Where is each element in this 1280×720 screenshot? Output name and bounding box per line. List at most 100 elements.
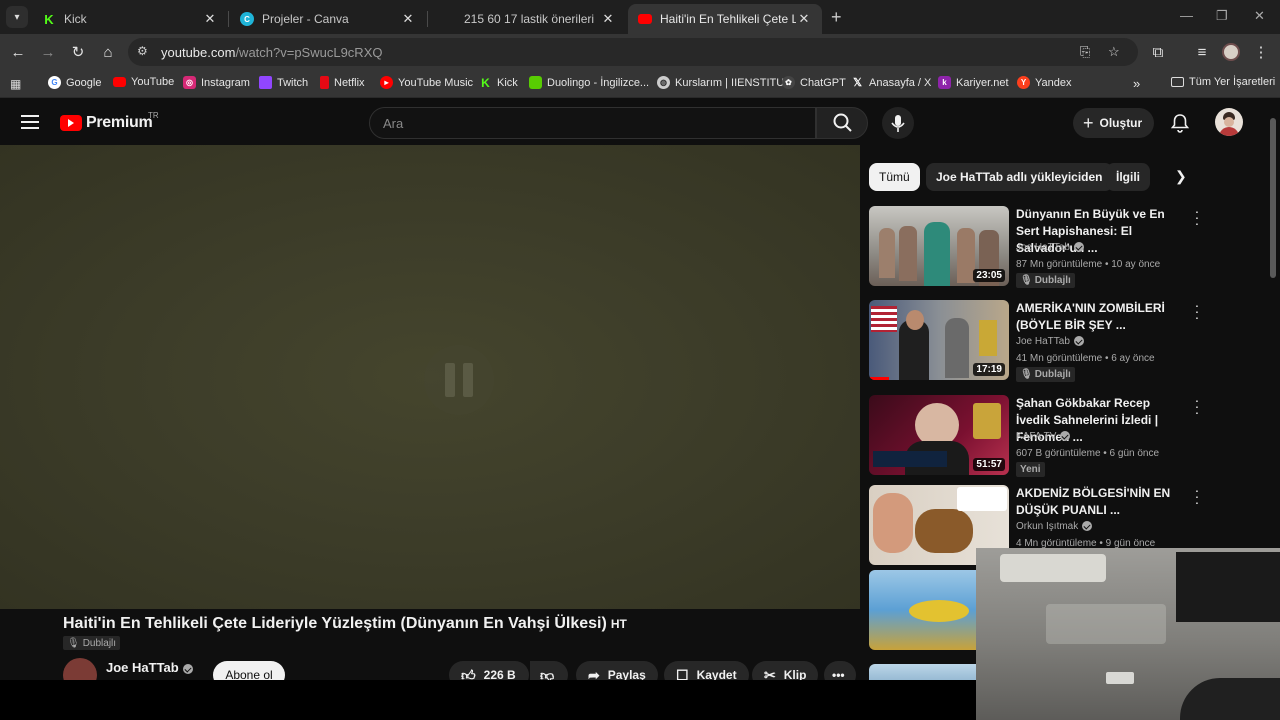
all-bookmarks-folder[interactable]: Tüm Yer İşaretleri [1171,76,1275,88]
bookmark-google[interactable]: G Google [48,76,101,89]
recommendation-item[interactable]: 23:05 Dünyanın En Büyük ve En Sert Hapis… [869,204,1209,288]
youtube-music-icon: ▸ [380,76,393,89]
twitch-icon [259,76,272,89]
recommendation-item[interactable]: 51:57 Şahan Gökbakar Recep İvedik Sahnel… [869,393,1209,477]
tab-title: Kick [64,12,87,26]
bookmark-iienstitu[interactable]: ◍ Kurslarım | IIENSTITU [657,76,784,89]
tab-search-button[interactable]: ▾ [6,6,28,28]
dubbed-badge: 🎙 Dublajlı [1016,273,1075,288]
voice-search-button[interactable] [882,107,914,139]
like-button[interactable]: 👍︎ 226 B [449,661,529,680]
save-button[interactable]: ☐ Kaydet [664,661,749,680]
browser-menu-icon[interactable]: ⋮ [1251,42,1271,62]
extensions-icon[interactable]: ⧉ [1148,42,1168,62]
new-tab-button[interactable]: + [831,7,842,28]
dubbed-icon: 🎙 [67,637,80,649]
chip-related[interactable]: İlgili [1106,163,1150,191]
video-thumbnail[interactable]: 23:05 [869,206,1009,286]
close-icon[interactable]: ✕ [202,11,218,27]
kebab-menu-icon[interactable]: · · · [1191,298,1203,324]
kebab-menu-icon[interactable]: · · · [1191,393,1203,419]
site-settings-icon[interactable]: ⚙ [137,44,148,58]
media-controls-icon[interactable]: ≡ [1192,42,1212,62]
subscribe-button[interactable]: Abone ol [213,661,285,680]
menu-icon[interactable] [21,115,39,129]
more-actions-button[interactable]: ••• [824,661,856,680]
tab-kick[interactable]: K Kick ✕ [32,4,228,34]
close-icon[interactable]: ✕ [600,11,616,27]
home-icon[interactable]: ⌂ [98,42,118,62]
channel-name[interactable]: Orkun Işıtmak [1016,521,1093,532]
bookmark-label: Kick [497,76,518,89]
reload-icon[interactable]: ↻ [68,42,88,62]
bookmark-label: ChatGPT [800,76,846,89]
chip-from-uploader[interactable]: Joe HaTTab adlı yükleyiciden [926,163,1113,191]
clip-button[interactable]: ✂ Klip [752,661,819,680]
profile-avatar[interactable] [1221,42,1241,62]
save-label: Kaydet [696,668,737,680]
duration-badge: 17:19 [973,363,1005,376]
dubbed-badge: 🎙 Dublajlı [1016,367,1075,382]
video-thumbnail[interactable]: 51:57 [869,395,1009,475]
kebab-menu-icon[interactable]: · · · [1191,204,1203,230]
window-close-icon[interactable]: ✕ [1254,8,1265,24]
bookmark-duolingo[interactable]: Duolingo - İngilizce... [529,76,649,89]
close-icon[interactable]: ✕ [796,11,812,27]
recommendation-item[interactable]: 17:19 AMERİKA'NIN ZOMBİLERİ (BÖYLE BİR Ş… [869,298,1209,382]
apps-grid-icon[interactable]: ▦ [10,77,21,91]
channel-avatar[interactable] [63,658,97,680]
chevron-right-icon[interactable]: ❯ [1175,168,1187,185]
kebab-menu-icon[interactable]: · · · [1191,483,1203,509]
video-player[interactable] [0,145,860,609]
webcam-overlay [976,548,1280,720]
back-icon[interactable]: ← [8,42,28,62]
tab-search-results[interactable]: 215 60 17 lastik önerileri ✕ [428,4,626,34]
tab-canva[interactable]: C Projeler - Canva ✕ [230,4,426,34]
install-app-icon[interactable]: ⎘ [1080,44,1090,60]
account-avatar[interactable] [1215,108,1243,136]
bookmark-kick[interactable]: K Kick [479,76,518,90]
bookmark-netflix[interactable]: Netflix [320,76,365,89]
address-bar[interactable]: ⚙ youtube.com/watch?v=pSwucL9cRXQ ⎘ ☆ [128,38,1138,66]
bookmark-chatgpt[interactable]: ✿ ChatGPT [782,76,846,89]
bookmark-youtube[interactable]: YouTube [113,76,174,88]
bookmark-label: Kurslarım | IIENSTITU [675,76,785,89]
bookmark-twitch[interactable]: Twitch [259,76,308,89]
channel-name[interactable]: Joe HaTTab [1016,242,1084,253]
bookmark-instagram[interactable]: ◎ Instagram [183,76,250,89]
bookmark-yandex[interactable]: Y Yandex [1017,76,1072,89]
share-button[interactable]: ➦ Paylaş [576,661,658,680]
video-title[interactable]: AKDENİZ BÖLGESİ'NİN EN DÜŞÜK PUANLI ... [1016,485,1184,519]
forward-icon[interactable]: → [38,42,58,62]
bookmark-kariyer[interactable]: k Kariyer.net [938,76,1009,89]
channel-name[interactable]: Joe HaTTab [106,660,193,675]
create-button[interactable]: + Oluştur [1073,108,1155,138]
chip-all[interactable]: Tümü [869,163,920,191]
bookmarks-bar: ▦ G Google YouTube ◎ Instagram Twitch Ne… [0,70,1280,98]
bookmarks-overflow-icon[interactable]: » [1133,76,1140,91]
video-thumbnail[interactable]: 17:19 [869,300,1009,380]
channel-name[interactable]: KAFA TV [1016,431,1071,442]
tab-title: Projeler - Canva [262,12,349,26]
pause-icon[interactable] [424,345,494,415]
dislike-button[interactable]: 👎︎ [530,661,568,680]
bookmark-star-icon[interactable]: ☆ [1108,44,1120,60]
dubbed-badge: 🎙 Dublajlı [63,636,121,650]
notifications-bell-icon[interactable] [1170,113,1190,133]
wall-logo [1046,604,1166,644]
close-icon[interactable]: ✕ [400,11,416,27]
title-suffix: HT [610,617,627,631]
bookmark-youtube-music[interactable]: ▸ YouTube Music [380,76,473,89]
maximize-icon[interactable]: ❐ [1216,8,1228,24]
dubbed-label: Dublajlı [82,637,117,649]
scrollbar-thumb[interactable] [1270,118,1276,278]
youtube-premium-logo[interactable]: Premium [60,114,153,132]
instagram-icon: ◎ [183,76,196,89]
search-button[interactable] [816,107,868,139]
search-input[interactable]: Ara [369,107,816,139]
video-title[interactable]: AMERİKA'NIN ZOMBİLERİ (BÖYLE BİR ŞEY ... [1016,300,1184,334]
tab-youtube-video[interactable]: Haiti'in En Tehlikeli Çete Lideriyle Yüz… [628,4,822,34]
bookmark-x[interactable]: 𝕏 Anasayfa / X [851,76,931,90]
minimize-icon[interactable]: — [1180,8,1193,23]
channel-name[interactable]: Joe HaTTab [1016,336,1084,347]
